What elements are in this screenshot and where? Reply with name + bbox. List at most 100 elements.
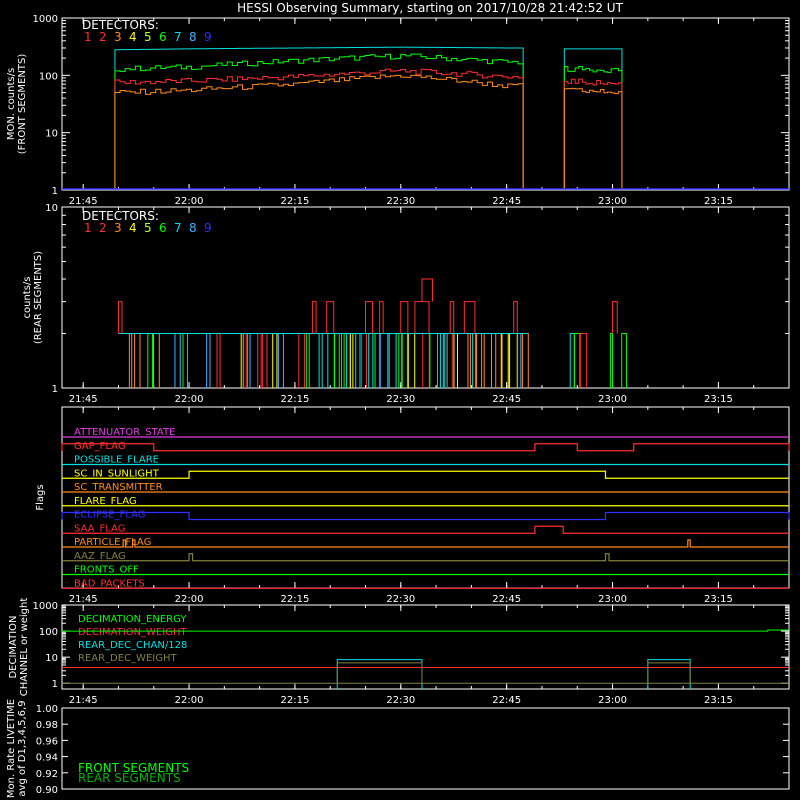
rear-count-pulse: [147, 333, 154, 388]
flags-xtick-label: 23:15: [704, 594, 733, 605]
flags-xtick-label: 22:00: [175, 594, 204, 605]
flag-label: PARTICLE_FLAG: [74, 537, 151, 548]
dec-xtick-label: 21:45: [69, 695, 98, 706]
rear-peak: [379, 301, 384, 334]
rear-count-pulse: [379, 333, 389, 388]
front-series-line: [114, 68, 524, 190]
rear-legend-label: 5: [144, 221, 152, 235]
rear-count-pulse: [609, 333, 614, 388]
front-legend-label: 4: [129, 30, 137, 44]
rear-count-pulse: [444, 333, 448, 388]
flags-xtick-label: 23:00: [598, 594, 627, 605]
rear-peak: [414, 301, 430, 334]
rear-count-pulse: [621, 333, 627, 388]
front-legend-label: 6: [159, 30, 167, 44]
live-ylabel: avg of D1,3,4,5,6,9: [17, 700, 28, 796]
front-legend-label: 7: [174, 30, 182, 44]
rear-legend-label: 8: [189, 221, 197, 235]
rear-ylabel: counts/s: [22, 276, 33, 318]
rear-peak: [326, 301, 335, 334]
rear-count-pulse: [453, 333, 459, 388]
dec-xtick-label: 22:00: [175, 695, 204, 706]
rear-peak: [612, 301, 618, 334]
rear-count-pulse: [247, 333, 251, 388]
front-xtick-label: 23:15: [704, 196, 733, 207]
front-legend-label: 5: [144, 30, 152, 44]
front-frame: [61, 17, 790, 191]
flag-trace: [62, 525, 789, 534]
live-ytick-label: 0.90: [36, 785, 58, 796]
rear-legend-label: 1: [84, 221, 92, 235]
dec-xtick-label: 23:00: [598, 695, 627, 706]
rear-legend-label: 3: [114, 221, 122, 235]
rear-xtick-label: 23:00: [598, 394, 627, 405]
rear-count-pulse: [349, 333, 354, 388]
front-ytick-label: 1: [52, 186, 58, 197]
rear-ytick-label: 10: [45, 203, 58, 214]
rear-count-pulse: [509, 333, 518, 388]
flag-trace: [61, 443, 790, 452]
figure-title: HESSI Observing Summary, starting on 201…: [237, 1, 623, 15]
front-xtick-label: 23:00: [598, 196, 627, 207]
flag-label: SC_TRANSMITTER: [74, 482, 163, 493]
front-legend-label: 8: [189, 30, 197, 44]
front-series-line: [114, 46, 524, 190]
front-xtick-label: 22:45: [492, 196, 521, 207]
live-ytick-label: 1.00: [36, 704, 58, 715]
rear-count-pulse: [467, 333, 471, 388]
rear-count-pulse: [174, 333, 181, 388]
dec-xtick-label: 23:15: [704, 695, 733, 706]
front-ylabel: MON. counts/s: [6, 68, 17, 140]
rear-count-pulse: [573, 333, 581, 388]
rear-count-pulse: [327, 333, 335, 388]
flag-label: FRONTS_OFF: [74, 565, 139, 576]
front-legend-label: 3: [114, 30, 122, 44]
front-series-line: [563, 78, 623, 190]
rear-count-pulse: [401, 333, 408, 388]
front-legend-label: 9: [204, 30, 212, 44]
livetime-panel: 0.90 0.92 0.94 0.96 0.98 1.00 Mon. Rate LIVETI…: [6, 699, 790, 798]
flag-trace: [62, 539, 789, 548]
rear-count-pulse: [501, 333, 509, 388]
rear-peak: [449, 301, 455, 334]
rear-count-pulse: [334, 333, 340, 388]
rear-count-pulse: [298, 333, 305, 388]
flag-label: ATTENUATOR_STATE: [74, 427, 175, 438]
flag-label: GAP_FLAG: [74, 441, 126, 452]
decimation-panel: 21:45 22:00 22:15 22:30 22:45 23:00 23:15 1 10 10…: [8, 598, 790, 706]
live-ytick-label: 0.94: [36, 753, 58, 764]
flags-xtick-label: 21:45: [69, 594, 98, 605]
dec-xtick-label: 22:30: [386, 695, 415, 706]
dec-ytick-label: 100: [39, 627, 58, 638]
dec-legend-label: DECIMATION_WEIGHT: [78, 627, 187, 638]
flag-trace: [62, 470, 789, 479]
live-ylabel: Mon. Rate LIVETIME: [6, 699, 17, 798]
rear-legend-label: 9: [204, 221, 212, 235]
rear-frame: [61, 206, 790, 389]
rear-count-pulse: [429, 333, 438, 388]
front-ytick-label: 100: [39, 71, 58, 82]
rear-ytick-label: 1: [52, 384, 58, 395]
dec-box: [336, 662, 423, 684]
rear-count-pulse: [361, 333, 368, 388]
dec-legend-label: REAR_DEC_WEIGHT: [78, 653, 177, 664]
dec-ytick-label: 1000: [33, 601, 58, 612]
front-ylabel: (FRONT SEGMENTS): [17, 54, 28, 155]
flag-label: SAA_FLAG: [74, 523, 125, 534]
rear-legend-label: 4: [129, 221, 137, 235]
flags-panel: 21:45 22:00 22:15 22:30 22:45 23:00 23:15 Flags…: [35, 406, 790, 605]
dec-box: [647, 662, 691, 684]
front-ytick-label: 1000: [33, 14, 58, 25]
front-series-line: [563, 87, 623, 190]
rear-count-pulse: [277, 333, 284, 388]
front-xtick-label: 22:30: [386, 196, 415, 207]
flag-trace: [62, 553, 789, 562]
rear-xtick-label: 22:00: [175, 394, 204, 405]
flags-xtick-label: 22:15: [281, 594, 310, 605]
flags-ylabel: Flags: [35, 484, 46, 510]
rear-count-pulse: [388, 333, 397, 388]
live-ytick-label: 0.98: [36, 720, 58, 731]
rear-count-pulse: [422, 333, 430, 388]
rear-legend-label: 6: [159, 221, 167, 235]
rear-count-pulse: [368, 333, 374, 388]
